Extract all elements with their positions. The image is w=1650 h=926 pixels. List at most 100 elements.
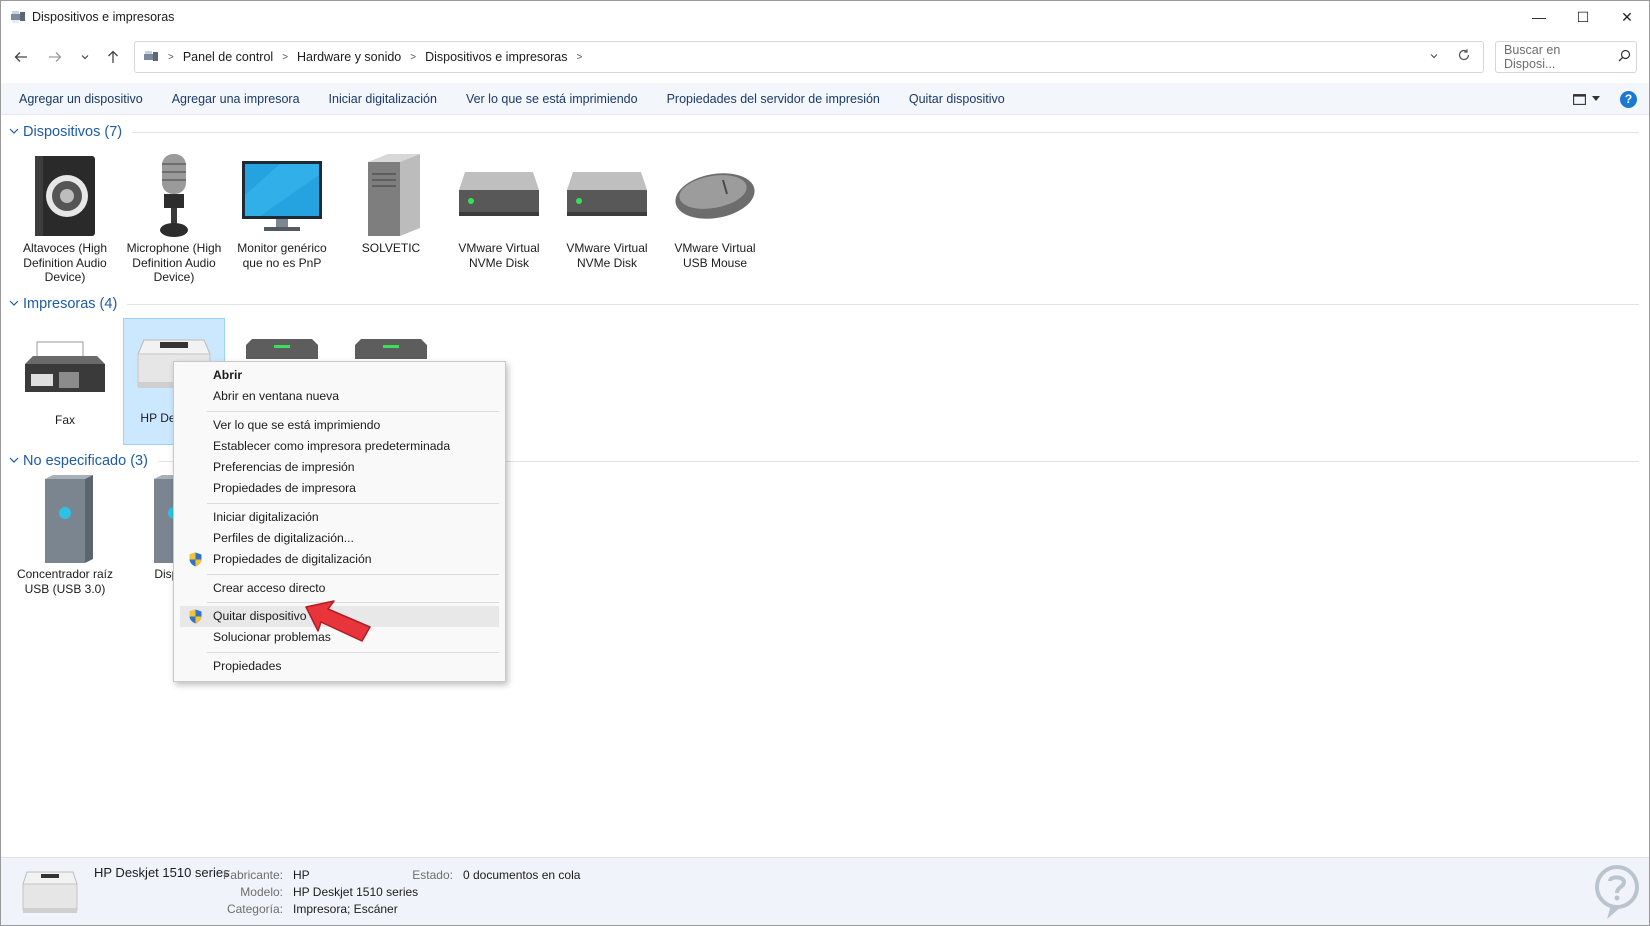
back-arrow-icon xyxy=(14,52,27,62)
brand-logo xyxy=(1595,865,1639,919)
usb-hub-icon xyxy=(15,475,115,567)
command-bar: Agregar un dispositivo Agregar una impre… xyxy=(1,83,1649,115)
see-whats-printing-command[interactable]: Ver lo que se está imprimiendo xyxy=(466,92,638,106)
devices-group-header[interactable]: Dispositivos (7) xyxy=(9,122,1639,142)
chevron-down-icon xyxy=(81,55,89,60)
chevron-right-icon: > xyxy=(410,51,417,63)
title-bar: Dispositivos e impresoras — ☐ ✕ xyxy=(1,1,1649,33)
menu-item-scan-profiles[interactable]: Perfiles de digitalización... xyxy=(180,528,499,549)
details-category-value: Impresora; Escáner xyxy=(293,902,398,916)
details-model-key: Modelo: xyxy=(240,885,283,899)
chevron-down-icon[interactable] xyxy=(9,299,23,310)
control-panel-icon xyxy=(144,51,158,61)
menu-item-create-shortcut[interactable]: Crear acceso directo xyxy=(180,578,499,599)
add-device-command[interactable]: Agregar un dispositivo xyxy=(19,92,143,106)
printer-icon xyxy=(22,871,78,913)
refresh-button[interactable] xyxy=(1457,48,1471,65)
maximize-button[interactable]: ☐ xyxy=(1561,1,1605,33)
menu-separator xyxy=(207,410,499,412)
chevron-down-icon[interactable] xyxy=(9,127,23,138)
printer-label: Fax xyxy=(54,413,75,427)
chevron-right-icon: > xyxy=(282,51,289,63)
change-view-button[interactable] xyxy=(1568,93,1604,105)
address-bar[interactable]: > Panel de control > Hardware y sonido >… xyxy=(134,41,1484,73)
device-label: Altavoces (High Definition Audio Device) xyxy=(22,241,108,284)
device-tile-solvetic[interactable]: SOLVETIC xyxy=(341,149,441,256)
devices-printers-icon xyxy=(11,11,25,23)
device-tile-nvme-disk-2[interactable]: VMware Virtual NVMe Disk xyxy=(557,149,657,270)
minimize-button[interactable]: — xyxy=(1517,1,1561,33)
view-icon xyxy=(1572,93,1586,105)
chevron-right-icon: > xyxy=(168,51,174,63)
chevron-down-icon xyxy=(1430,54,1438,59)
device-tile-nvme-disk-1[interactable]: VMware Virtual NVMe Disk xyxy=(449,149,549,270)
unspecified-label: Concentrador raíz USB (USB 3.0) xyxy=(16,567,114,596)
forward-button[interactable] xyxy=(43,45,67,69)
menu-item-open-new-window[interactable]: Abrir en ventana nueva xyxy=(180,386,499,407)
search-input[interactable]: Buscar en Disposi... xyxy=(1495,41,1637,73)
menu-separator xyxy=(207,573,499,575)
group-divider xyxy=(127,303,1639,305)
menu-item-printing-preferences[interactable]: Preferencias de impresión xyxy=(180,457,499,478)
maximize-icon: ☐ xyxy=(1576,8,1590,25)
breadcrumb-devices-printers[interactable]: Dispositivos e impresoras xyxy=(425,50,567,64)
menu-item-open[interactable]: Abrir xyxy=(180,365,499,386)
red-pointer-arrow-icon xyxy=(305,600,371,642)
devices-printers-window: Dispositivos e impresoras — ☐ ✕ > Panel … xyxy=(0,0,1650,926)
close-button[interactable]: ✕ xyxy=(1605,1,1649,33)
details-model-value: HP Deskjet 1510 series xyxy=(293,885,419,899)
computer-tower-icon xyxy=(341,149,441,241)
forward-arrow-icon xyxy=(49,52,62,62)
help-button[interactable]: ? xyxy=(1620,90,1637,108)
device-tile-monitor[interactable]: Monitor genérico que no es PnP xyxy=(232,149,332,270)
printer-tile-fax[interactable]: Fax xyxy=(15,321,115,428)
remove-device-command[interactable]: Quitar dispositivo xyxy=(909,92,1005,106)
chevron-right-icon[interactable]: > xyxy=(577,52,583,63)
details-status-value: 0 documentos en cola xyxy=(463,868,581,882)
device-tile-microphone[interactable]: Microphone (High Definition Audio Device… xyxy=(124,149,224,285)
device-tile-speakers[interactable]: Altavoces (High Definition Audio Device) xyxy=(15,149,115,285)
unspecified-tile-usb-root-hub[interactable]: Concentrador raíz USB (USB 3.0) xyxy=(15,475,115,596)
breadcrumb-hardware-sound[interactable]: Hardware y sonido xyxy=(297,50,401,64)
menu-item-label: Propiedades de digitalización xyxy=(213,552,372,567)
caret-down-icon xyxy=(1591,96,1600,101)
unspecified-group-title: No especificado (3) xyxy=(23,453,148,469)
printers-group-title: Impresoras (4) xyxy=(23,296,118,312)
speaker-icon xyxy=(15,149,115,241)
details-status-key: Estado: xyxy=(412,868,453,882)
menu-item-see-whats-printing[interactable]: Ver lo que se está imprimiendo xyxy=(180,415,499,436)
drive-icon xyxy=(557,149,657,241)
print-server-properties-command[interactable]: Propiedades del servidor de impresión xyxy=(667,92,880,106)
printers-group-header[interactable]: Impresoras (4) xyxy=(9,294,1639,314)
minimize-icon: — xyxy=(1532,9,1546,25)
address-history-dropdown[interactable] xyxy=(1429,50,1439,64)
fax-icon xyxy=(15,321,115,413)
device-tile-usb-mouse[interactable]: VMware Virtual USB Mouse xyxy=(665,149,765,270)
start-scan-command[interactable]: Iniciar digitalización xyxy=(329,92,437,106)
search-icon[interactable] xyxy=(1612,49,1636,65)
device-label: VMware Virtual NVMe Disk xyxy=(458,241,540,270)
menu-item-printer-properties[interactable]: Propiedades de impresora xyxy=(180,478,499,499)
device-label: Microphone (High Definition Audio Device… xyxy=(126,241,222,284)
up-button[interactable] xyxy=(101,45,125,69)
back-button[interactable] xyxy=(9,45,33,69)
refresh-icon xyxy=(1458,49,1470,61)
menu-item-properties[interactable]: Propiedades xyxy=(180,656,499,677)
group-divider xyxy=(132,131,1639,133)
menu-item-set-default-printer[interactable]: Establecer como impresora predeterminada xyxy=(180,436,499,457)
menu-item-start-scan[interactable]: Iniciar digitalización xyxy=(180,507,499,528)
details-manufacturer-value: HP xyxy=(293,868,310,882)
recent-locations-button[interactable] xyxy=(73,45,97,69)
menu-item-scan-properties[interactable]: Propiedades de digitalización xyxy=(180,549,499,570)
device-label: VMware Virtual NVMe Disk xyxy=(566,241,648,270)
monitor-icon xyxy=(232,149,332,241)
chevron-down-icon[interactable] xyxy=(9,456,23,467)
microphone-icon xyxy=(124,149,224,241)
menu-separator xyxy=(207,502,499,504)
add-printer-command[interactable]: Agregar una impresora xyxy=(172,92,300,106)
breadcrumb-control-panel[interactable]: Panel de control xyxy=(183,50,273,64)
menu-item-label: Quitar dispositivo xyxy=(213,608,307,623)
details-pane: HP Deskjet 1510 series Fabricante: HP Mo… xyxy=(1,857,1649,925)
up-arrow-icon xyxy=(108,50,118,63)
details-manufacturer-key: Fabricante: xyxy=(222,868,283,882)
